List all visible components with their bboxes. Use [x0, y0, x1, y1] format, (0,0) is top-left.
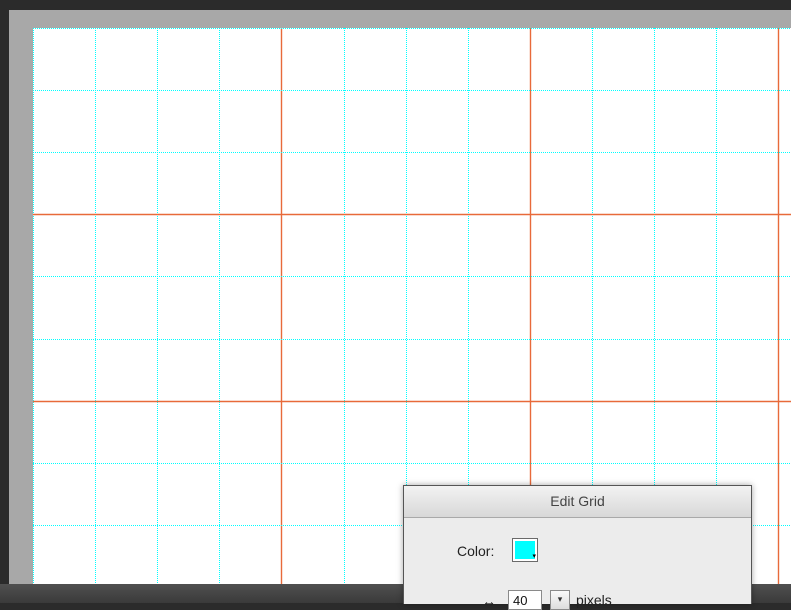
color-label: Color:	[457, 543, 495, 559]
horizontal-spacing-input[interactable]	[508, 590, 542, 610]
grid-color-picker[interactable]: ▾	[512, 538, 538, 562]
unit-label: pixels	[576, 592, 612, 608]
edit-grid-dialog: Edit Grid Color: ▾ ↔ ▾ pixels	[403, 485, 752, 610]
color-dropdown-arrow-icon: ▾	[532, 553, 536, 560]
horizontal-spacing-icon: ↔	[482, 593, 496, 609]
dialog-title: Edit Grid	[404, 486, 751, 518]
unit-dropdown[interactable]: ▾	[550, 590, 570, 610]
